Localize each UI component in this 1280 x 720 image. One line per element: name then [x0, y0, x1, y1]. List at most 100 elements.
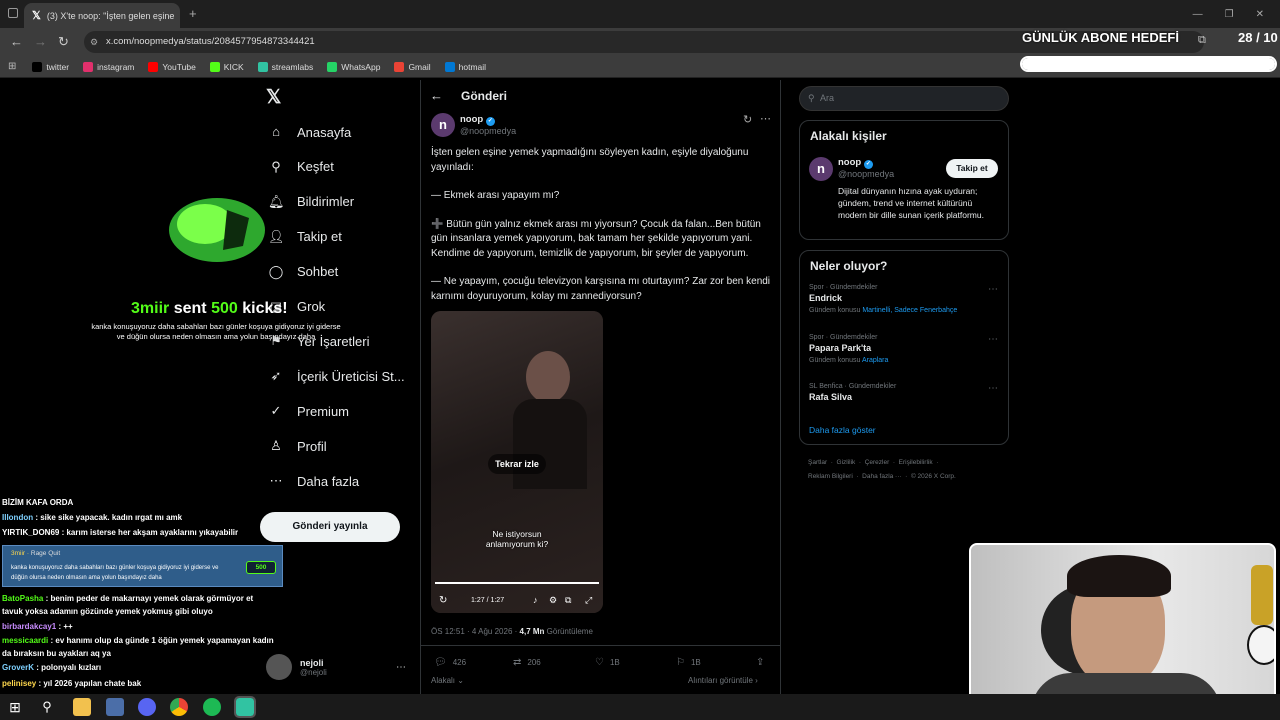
- replay-icon[interactable]: ↻: [439, 595, 447, 606]
- repost-count: 206: [527, 658, 541, 667]
- person-bio: Dijital dünyanın hızına ayak uyduran; gü…: [838, 186, 984, 220]
- repost-button[interactable]: ⇄ 206: [513, 657, 541, 668]
- chat-message: YIRTIK_DON69 : karım isterse her akşam a…: [2, 528, 238, 537]
- nav-item-premium[interactable]: ✓ Premium: [268, 403, 349, 419]
- forward-icon[interactable]: →: [34, 34, 47, 49]
- back-arrow-icon[interactable]: ←: [430, 88, 443, 103]
- bookmark-twitter[interactable]: twitter: [32, 61, 69, 72]
- bookmark-hotmail[interactable]: hotmail: [444, 61, 486, 72]
- nav-item-keşfet[interactable]: ⚲ Keşfet: [268, 159, 334, 175]
- post-button[interactable]: Gönderi yayınla: [260, 512, 400, 542]
- view-quotes-link[interactable]: Alıntıları görüntüle ›: [688, 676, 758, 685]
- chat-message: GroverK : polonyalı kızları: [2, 663, 101, 672]
- relevant-sort[interactable]: Alakalı ⌄: [431, 676, 464, 685]
- footer-links[interactable]: Reklam Bilgileri · Daha fazla ··· · © 20…: [808, 473, 956, 480]
- nav-item-label: Takip et: [297, 229, 342, 245]
- trend-more-icon[interactable]: ⋯: [988, 383, 998, 394]
- discord-icon[interactable]: [138, 698, 156, 716]
- bookmark-instagram[interactable]: instagram: [83, 61, 134, 72]
- x-home-logo-icon[interactable]: 𝕏: [266, 86, 281, 109]
- reply-icon: 💬︎: [434, 657, 447, 668]
- browser-tab[interactable]: 𝕏 (3) X'te noop: "İşten gelen eşine ✕: [24, 3, 180, 28]
- volume-icon[interactable]: ♪: [533, 595, 538, 605]
- person-name-block[interactable]: noop ✓ @noopmedya: [838, 157, 894, 179]
- reload-icon[interactable]: ↻: [58, 34, 69, 50]
- trend-sub-link[interactable]: Araplara: [862, 357, 888, 364]
- person-avatar[interactable]: n: [809, 157, 833, 181]
- kick-alert-message: kanka konuşuyoruz daha sabahları bazı gü…: [91, 322, 341, 341]
- chevron-down-icon: ⌄: [457, 676, 464, 685]
- pip-icon[interactable]: ⧉: [565, 595, 571, 606]
- trend-more-icon[interactable]: ⋯: [988, 284, 998, 295]
- settings-icon[interactable]: ⚙: [549, 595, 557, 606]
- apps-grid-icon[interactable]: ⊞: [8, 61, 16, 72]
- nav-item-sohbet[interactable]: ◯ Sohbet: [268, 264, 338, 280]
- maximize-icon[interactable]: ❐: [1225, 9, 1234, 20]
- more-options-icon[interactable]: ⋯: [396, 662, 406, 673]
- site-info-icon[interactable]: ⚙: [90, 31, 98, 53]
- bookmark-kick[interactable]: KICK: [209, 61, 244, 72]
- account-switcher[interactable]: nejoli @nejoli ⋯: [266, 652, 416, 682]
- trend-item[interactable]: Spor · Gündemdekiler Endrick Gündem konusu…: [809, 284, 957, 314]
- trend-item[interactable]: SL Benfica · Gündemdekiler Rafa Silva: [809, 383, 896, 402]
- windows-start-icon[interactable]: ⊞: [6, 698, 24, 716]
- fullscreen-icon[interactable]: ⤢: [585, 595, 592, 606]
- bookmark-streamlabs[interactable]: streamlabs: [257, 61, 313, 72]
- footer-links[interactable]: Şartlar · Gizlilik · Çerezler · Erişileb…: [808, 459, 938, 466]
- like-button[interactable]: ♡ 1B: [595, 657, 620, 668]
- app-icon[interactable]: [106, 698, 124, 716]
- spotify-icon[interactable]: [203, 698, 221, 716]
- video-progress-track[interactable]: [435, 582, 599, 584]
- minimize-icon[interactable]: —: [1193, 9, 1203, 20]
- close-window-icon[interactable]: ✕: [1256, 9, 1264, 20]
- alert-kicks: kicks!: [242, 300, 288, 317]
- webcam-football: [1247, 625, 1274, 665]
- back-icon[interactable]: ←: [10, 34, 23, 49]
- verified-badge-icon: ✓: [863, 160, 873, 169]
- grok-explain-icon[interactable]: ↻: [743, 113, 752, 126]
- nav-item-label: Keşfet: [297, 159, 334, 175]
- nav-item-i̇çerik[interactable]: ➶ İçerik Üreticisi St...: [268, 368, 405, 384]
- reply-button[interactable]: 💬︎ 426: [434, 657, 466, 668]
- follow-button[interactable]: Takip et: [946, 159, 998, 178]
- new-tab-icon[interactable]: +: [189, 6, 197, 21]
- nav-item-anasayfa[interactable]: ⌂ Anasayfa: [268, 124, 351, 140]
- bookmark-gmail[interactable]: Gmail: [394, 61, 431, 72]
- search-icon[interactable]: ⚲: [38, 698, 56, 716]
- nav-item-daha[interactable]: ⋯ Daha fazla: [268, 473, 360, 489]
- post-timestamp[interactable]: ÖS 12:51 · 4 Ağu 2026 ·: [431, 627, 520, 636]
- chat-message: BİZİM KAFA ORDA: [2, 498, 73, 507]
- post-more-icon[interactable]: ⋯: [760, 112, 771, 125]
- bookmark-whatsapp[interactable]: WhatsApp: [327, 61, 380, 72]
- nav-item-label: Grok: [297, 299, 326, 314]
- extensions-icon[interactable]: ⧉: [1198, 34, 1206, 47]
- replay-button[interactable]: Tekrar izle: [488, 454, 546, 474]
- bookmark-favicon-icon: [32, 61, 43, 72]
- heart-icon: ♡: [595, 657, 604, 668]
- video-player[interactable]: Tekrar izle Ne istiyorsun anlamıyorum ki…: [431, 311, 603, 613]
- streamlabs-icon[interactable]: [234, 696, 256, 718]
- trend-sub-link[interactable]: Martinelli, Sadece Fenerbahçe: [862, 307, 957, 314]
- author-avatar[interactable]: n: [431, 113, 455, 137]
- profile-icon: ♙: [270, 438, 282, 454]
- trend-more-icon[interactable]: ⋯: [988, 334, 998, 345]
- bookmark-youtube[interactable]: YouTube: [148, 61, 196, 72]
- account-handle: @nejoli: [300, 667, 327, 677]
- tab-search-icon[interactable]: [8, 8, 18, 18]
- chrome-icon[interactable]: [170, 698, 188, 716]
- trend-sub-prefix: Gündem konusu: [809, 357, 862, 364]
- author-block[interactable]: noop ✓ @noopmedya: [460, 114, 516, 136]
- bookmark-button[interactable]: ⚐ 1B: [676, 657, 701, 668]
- person-handle: @noopmedya: [838, 169, 895, 179]
- nav-item-profil[interactable]: ♙ Profil: [268, 438, 326, 454]
- trend-meta: SL Benfica · Gündemdekiler: [809, 383, 897, 390]
- nav-item-bildirimler[interactable]: 🔔︎ Bildirimler: [268, 194, 354, 210]
- nav-item-takip[interactable]: 👤︎ Takip et: [268, 229, 342, 245]
- search-input[interactable]: ⚲ Ara: [799, 86, 1009, 111]
- premium-icon: ✓: [270, 403, 282, 419]
- show-more-link[interactable]: Daha fazla göster: [809, 425, 876, 435]
- file-explorer-icon[interactable]: [73, 698, 91, 716]
- chat-username: pelinisey: [2, 679, 37, 688]
- share-button[interactable]: ⇪: [756, 657, 764, 668]
- trend-item[interactable]: Spor · Gündemdekiler Papara Park'ta Gündem…: [809, 334, 888, 364]
